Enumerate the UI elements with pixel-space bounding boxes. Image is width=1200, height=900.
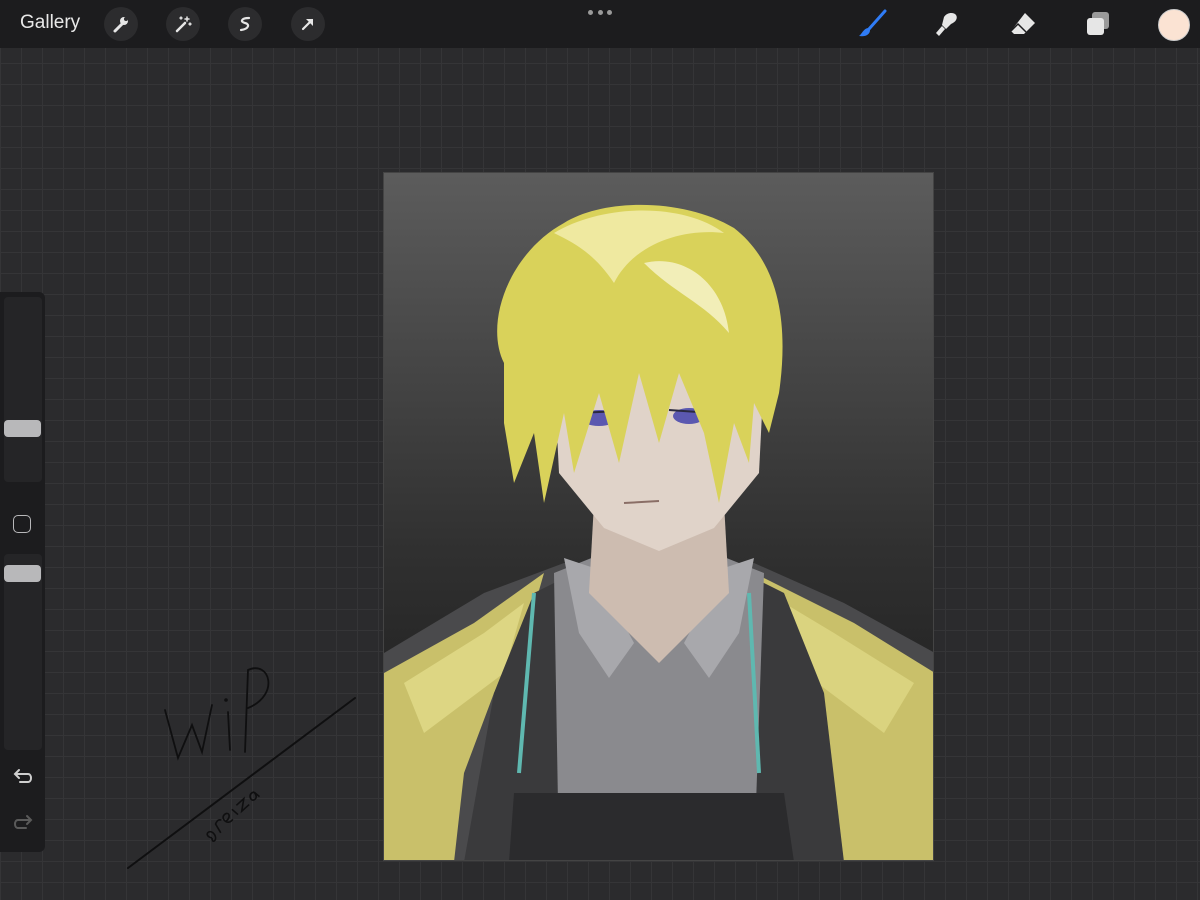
layers-button[interactable] bbox=[1081, 7, 1115, 41]
top-toolbar: Gallery bbox=[0, 0, 1200, 48]
eraser-icon bbox=[1010, 13, 1035, 34]
actions-button[interactable] bbox=[104, 7, 138, 41]
smudge-icon bbox=[936, 12, 957, 36]
redo-button[interactable] bbox=[11, 814, 35, 834]
adjustments-button[interactable] bbox=[166, 7, 200, 41]
magic-wand-icon bbox=[175, 16, 192, 33]
transform-arrow-icon bbox=[301, 18, 314, 31]
smudge-tool-button[interactable] bbox=[930, 7, 964, 41]
redo-icon bbox=[14, 815, 33, 829]
opacity-thumb[interactable] bbox=[4, 565, 41, 582]
modify-button[interactable] bbox=[13, 515, 31, 533]
color-picker-button[interactable] bbox=[1158, 9, 1190, 41]
layers-icon bbox=[1087, 12, 1109, 35]
wrench-icon bbox=[113, 17, 128, 33]
brush-icon bbox=[859, 9, 887, 37]
undo-icon bbox=[13, 769, 32, 783]
dot-icon bbox=[588, 9, 593, 15]
left-sidebar bbox=[0, 292, 45, 852]
selection-button[interactable] bbox=[228, 7, 262, 41]
undo-button[interactable] bbox=[11, 768, 35, 788]
dot-icon bbox=[597, 9, 603, 15]
artwork-illustration bbox=[384, 204, 933, 860]
eraser-tool-button[interactable] bbox=[1006, 7, 1040, 41]
wip-signature bbox=[127, 667, 356, 869]
brush-size-slider[interactable] bbox=[4, 297, 42, 482]
brush-tool-button[interactable] bbox=[855, 7, 889, 41]
selection-icon bbox=[239, 16, 251, 32]
opacity-slider[interactable] bbox=[4, 554, 42, 750]
dot-icon bbox=[607, 9, 612, 15]
more-options-button[interactable] bbox=[588, 4, 612, 20]
gallery-button[interactable]: Gallery bbox=[20, 12, 80, 34]
brush-size-thumb[interactable] bbox=[4, 420, 41, 437]
drawing-canvas[interactable] bbox=[383, 172, 934, 861]
transform-button[interactable] bbox=[291, 7, 325, 41]
